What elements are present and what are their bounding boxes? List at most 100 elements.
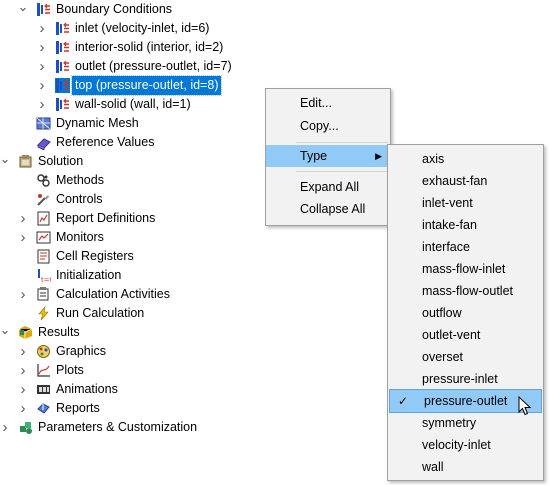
dynamic-mesh-icon [36, 116, 51, 131]
menu-item-type-label: Type [300, 149, 328, 163]
type-option-label: mass-flow-inlet [422, 262, 506, 276]
tree-node-label: Boundary Conditions [56, 2, 173, 16]
tree-node-label: Animations [56, 382, 118, 396]
controls-icon [36, 192, 51, 207]
menu-separator [296, 142, 388, 143]
type-option-axis[interactable]: axis [388, 148, 543, 170]
type-option-label: outlet-vent [422, 328, 481, 342]
expand-arrow-icon[interactable]: › [36, 19, 48, 38]
type-option-label: pressure-outlet [424, 394, 508, 408]
expand-arrow-icon[interactable]: › [17, 228, 29, 247]
tree-node-label: Parameters & Customization [38, 420, 198, 434]
menu-item-collapse-all[interactable]: Collapse All [266, 198, 390, 220]
type-submenu: axis exhaust-fan inlet-vent intake-fan inter… [387, 144, 544, 481]
type-option-label: axis [422, 152, 445, 166]
type-option-intake-fan[interactable]: intake-fan [388, 214, 543, 236]
type-option-label: inlet-vent [422, 196, 473, 210]
type-option-wall[interactable]: wall [388, 456, 543, 478]
menu-item-edit[interactable]: Edit... [266, 92, 390, 114]
calculation-activities-icon [36, 287, 51, 302]
collapse-arrow-icon[interactable]: ⌄ [17, 0, 29, 19]
type-option-outflow[interactable]: outflow [388, 302, 543, 324]
tree-node-inlet[interactable]: › inlet (velocity-inlet, id=6) [0, 19, 549, 38]
boundary-zone-icon [55, 97, 70, 112]
expand-arrow-icon[interactable]: › [36, 57, 48, 76]
tree-node-label: top (pressure-outlet, id=8) [70, 75, 223, 96]
methods-icon [36, 173, 51, 188]
mouse-cursor-icon [518, 396, 532, 416]
expand-arrow-icon[interactable]: › [17, 285, 29, 304]
type-option-interface[interactable]: interface [388, 236, 543, 258]
expand-arrow-icon[interactable]: › [36, 76, 48, 95]
expand-arrow-icon[interactable]: › [17, 380, 29, 399]
menu-item-copy-label: Copy... [300, 119, 339, 133]
tree-node-label: Plots [56, 363, 84, 377]
menu-item-edit-label: Edit... [300, 96, 332, 110]
type-option-pressure-inlet[interactable]: pressure-inlet [388, 368, 543, 390]
tree-node-label: Cell Registers [56, 249, 134, 263]
tree-node-label: Methods [56, 173, 104, 187]
initialization-icon: t=0 [36, 268, 54, 284]
tree-node-interior-solid[interactable]: › interior-solid (interior, id=2) [0, 38, 549, 57]
expand-arrow-icon[interactable]: › [36, 38, 48, 57]
expand-arrow-icon[interactable]: › [36, 95, 48, 114]
boundary-zone-icon [55, 21, 70, 36]
results-icon [18, 325, 33, 340]
expand-arrow-icon[interactable]: › [17, 209, 29, 228]
type-option-inlet-vent[interactable]: inlet-vent [388, 192, 543, 214]
tree-node-label: Monitors [56, 230, 104, 244]
tree-node-label: Report Definitions [56, 211, 156, 225]
reference-values-icon [36, 135, 51, 151]
type-option-label: wall [422, 460, 444, 474]
report-definitions-icon [36, 211, 51, 226]
tree-node-label: Reports [56, 401, 100, 415]
tree-node-label: Results [38, 325, 80, 339]
tree-node-outlet[interactable]: › outlet (pressure-outlet, id=7) [0, 57, 549, 76]
type-option-label: outflow [422, 306, 462, 320]
tree-node-label: outlet (pressure-outlet, id=7) [75, 59, 232, 73]
plots-icon [36, 363, 51, 378]
boundary-zone-icon [55, 40, 70, 55]
type-option-exhaust-fan[interactable]: exhaust-fan [388, 170, 543, 192]
tree-node-label: wall-solid (wall, id=1) [75, 97, 191, 111]
expand-arrow-icon[interactable]: › [17, 399, 29, 418]
type-option-label: mass-flow-outlet [422, 284, 513, 298]
type-option-label: pressure-inlet [422, 372, 498, 386]
tree-node-label: Graphics [56, 344, 107, 358]
expand-arrow-icon[interactable]: › [17, 361, 29, 380]
tree-node-label: Run Calculation [56, 306, 145, 320]
tree-node-label: Dynamic Mesh [56, 116, 139, 130]
graphics-icon [36, 344, 51, 359]
cell-registers-icon [36, 249, 51, 264]
type-option-label: exhaust-fan [422, 174, 488, 188]
type-option-outlet-vent[interactable]: outlet-vent [388, 324, 543, 346]
expand-arrow-icon[interactable]: › [17, 342, 29, 361]
context-menu: Edit... Copy... Type ▶ Expand All Collap… [265, 88, 391, 226]
tree-node-label: Solution [38, 154, 84, 168]
menu-item-expand-all-label: Expand All [300, 180, 360, 194]
menu-item-copy[interactable]: Copy... [266, 115, 390, 137]
menu-separator [296, 171, 388, 172]
collapse-arrow-icon[interactable]: ⌄ [0, 152, 11, 171]
type-option-mass-flow-outlet[interactable]: mass-flow-outlet [388, 280, 543, 302]
type-option-label: intake-fan [422, 218, 477, 232]
menu-item-type[interactable]: Type ▶ [266, 145, 390, 167]
type-option-label: velocity-inlet [422, 438, 491, 452]
type-option-mass-flow-inlet[interactable]: mass-flow-inlet [388, 258, 543, 280]
type-option-overset[interactable]: overset [388, 346, 543, 368]
type-option-label: interface [422, 240, 470, 254]
solution-icon [18, 154, 33, 169]
run-calculation-icon [36, 305, 51, 321]
tree-node-label: Reference Values [56, 135, 155, 149]
collapse-arrow-icon[interactable]: ⌄ [0, 323, 11, 342]
boundary-zone-icon [55, 78, 70, 93]
type-option-velocity-inlet[interactable]: velocity-inlet [388, 434, 543, 456]
tree-node-label: Controls [56, 192, 103, 206]
boundary-conditions-icon [36, 2, 51, 17]
svg-text:t=0: t=0 [41, 276, 51, 283]
tree-node-boundary-conditions[interactable]: ⌄ Boundary Conditions [0, 0, 549, 19]
boundary-zone-icon [55, 59, 70, 74]
menu-item-expand-all[interactable]: Expand All [266, 176, 390, 198]
tree-node-label: inlet (velocity-inlet, id=6) [75, 21, 210, 35]
expand-arrow-icon[interactable]: › [0, 418, 11, 437]
